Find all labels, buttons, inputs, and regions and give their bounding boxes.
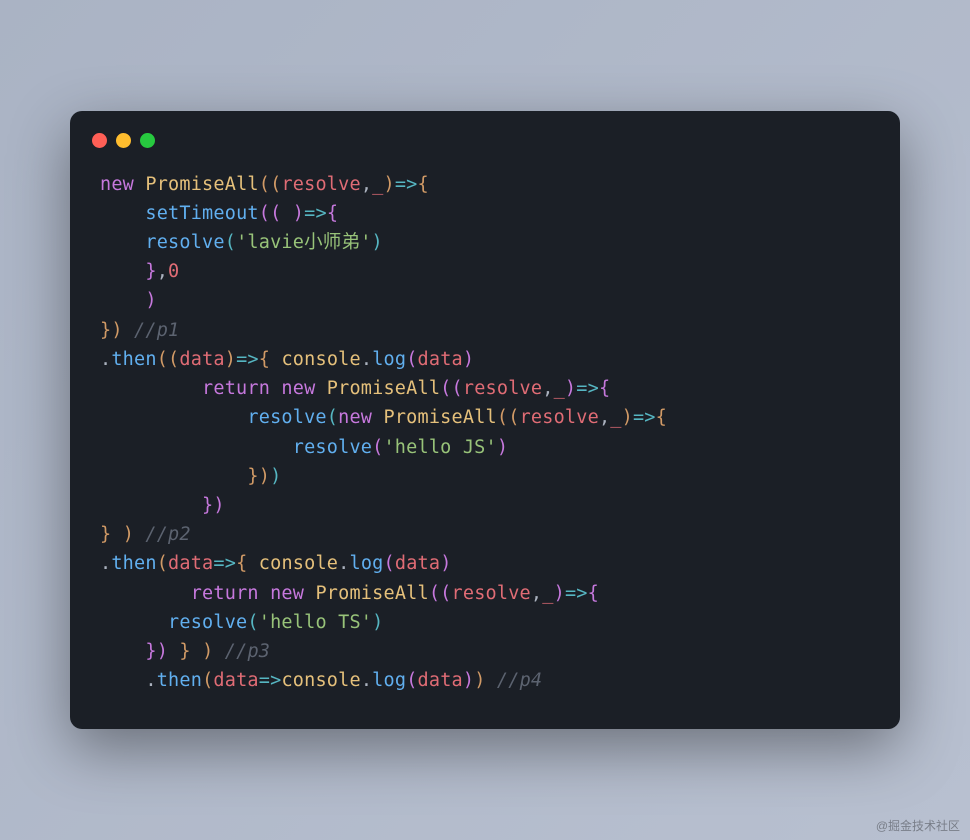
code-window: new PromiseAll((resolve,_)=>{ setTimeout… [70,111,900,730]
minimize-icon[interactable] [116,133,131,148]
titlebar [70,133,900,170]
code-line: resolve(new PromiseAll((resolve,_)=>{ [100,407,667,428]
code-line: return new PromiseAll((resolve,_)=>{ [100,583,599,604]
code-line: } ) //p2 [100,524,191,545]
code-line: .then((data)=>{ console.log(data) [100,349,474,370]
code-line: ) [100,290,157,311]
code-line: },0 [100,261,179,282]
code-line: }) } ) //p3 [100,641,270,662]
code-line: }) //p1 [100,320,179,341]
code-line: resolve('hello TS') [100,612,383,633]
code-line: .then(data=>console.log(data)) //p4 [100,670,542,691]
code-line: resolve('hello JS') [100,437,508,458]
code-block: new PromiseAll((resolve,_)=>{ setTimeout… [70,170,900,696]
code-line: setTimeout(( )=>{ [100,203,338,224]
close-icon[interactable] [92,133,107,148]
code-line: resolve('lavie小师弟') [100,232,383,253]
watermark: @掘金技术社区 [876,817,960,834]
code-line: new PromiseAll((resolve,_)=>{ [100,174,429,195]
code-line: .then(data=>{ console.log(data) [100,553,452,574]
code-line: })) [100,466,281,487]
code-line: return new PromiseAll((resolve,_)=>{ [100,378,610,399]
zoom-icon[interactable] [140,133,155,148]
code-line: }) [100,495,225,516]
